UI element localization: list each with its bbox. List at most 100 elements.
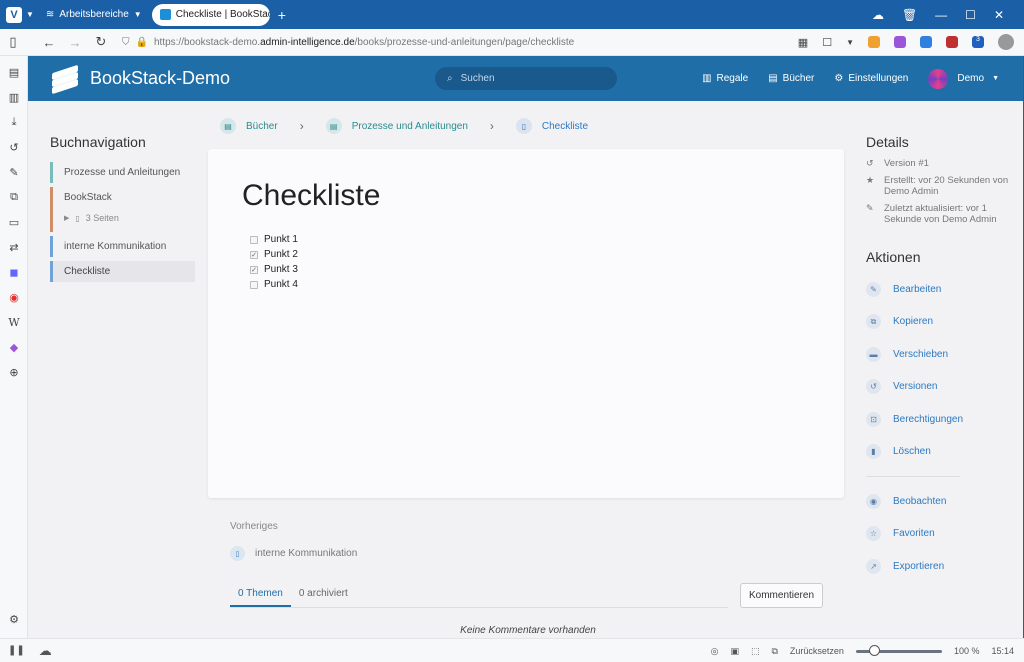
- revisions-action[interactable]: ↺ Versionen: [866, 371, 1016, 404]
- minimize-icon[interactable]: —: [935, 8, 947, 22]
- book-nav-heading: Buchnavigation: [50, 134, 146, 150]
- edit-action[interactable]: ✎ Bearbeiten: [866, 273, 1016, 306]
- breadcrumb-book[interactable]: ▤ Prozesse und Anleitungen: [325, 118, 468, 134]
- chapter-page-count[interactable]: ▶ ▯ 3 Seiten: [64, 209, 195, 227]
- add-panel-icon[interactable]: ⊕: [0, 360, 28, 385]
- translate-icon[interactable]: ⧉: [0, 185, 28, 210]
- profile-avatar[interactable]: [998, 34, 1014, 50]
- close-icon[interactable]: ✕: [994, 8, 1004, 22]
- extension-icon[interactable]: [868, 36, 880, 48]
- notes-icon[interactable]: ✎: [0, 160, 28, 185]
- checklist-item: Punkt 1: [250, 232, 298, 247]
- history-icon[interactable]: ↺: [0, 135, 28, 160]
- nav-settings-link[interactable]: ⚙ Einstellungen: [834, 73, 908, 84]
- reload-icon[interactable]: ↻: [88, 34, 114, 50]
- chevron-down-icon: ▼: [133, 10, 142, 19]
- caret-right-icon: ▶: [64, 215, 70, 222]
- bookmarks-icon[interactable]: ▤: [0, 60, 28, 85]
- qr-code-icon[interactable]: ▦: [798, 36, 808, 49]
- maximize-icon[interactable]: ☐: [965, 8, 976, 22]
- settings-icon[interactable]: ⚙: [0, 607, 28, 632]
- bookmark-icon[interactable]: ☐: [822, 36, 832, 49]
- panel-toggle-icon[interactable]: ▯: [0, 34, 26, 50]
- favourite-action[interactable]: ☆ Favoriten: [866, 518, 1016, 551]
- tab-topics[interactable]: 0 Themen: [230, 576, 291, 607]
- extension-icon[interactable]: ◆: [0, 335, 28, 360]
- move-action[interactable]: ▬ Verschieben: [866, 338, 1016, 371]
- workspaces-button[interactable]: ≋ Arbeitsbereiche ▼: [46, 9, 142, 20]
- chevron-down-icon[interactable]: ▼: [846, 38, 854, 47]
- bookstack-logo-icon[interactable]: [52, 64, 78, 94]
- tab-archived[interactable]: 0 archiviert: [291, 576, 356, 607]
- checklist-item: ✓ Punkt 3: [250, 264, 298, 275]
- cloud-icon[interactable]: ☁: [39, 643, 52, 659]
- page-actions-icon[interactable]: ⧉: [771, 646, 777, 657]
- selection-icon[interactable]: ⬚: [751, 646, 760, 657]
- previous-page-link[interactable]: ▯ interne Kommunikation: [230, 546, 357, 561]
- book-nav-item[interactable]: interne Kommunikation: [50, 236, 195, 257]
- checkbox[interactable]: [250, 280, 258, 289]
- wikipedia-icon[interactable]: W: [0, 310, 28, 335]
- folder-icon: ▬: [866, 346, 881, 362]
- sync-icon[interactable]: ⇄: [0, 235, 28, 260]
- copy-action[interactable]: ⧉ Kopieren: [866, 306, 1016, 339]
- vivaldi-icon[interactable]: ◉: [0, 285, 28, 310]
- pencil-icon: ✎: [866, 203, 874, 213]
- permissions-action[interactable]: ⊡ Berechtigungen: [866, 403, 1016, 436]
- search-input[interactable]: ⌕ Suchen: [435, 67, 617, 90]
- nav-shelves-link[interactable]: ▥ Regale: [702, 73, 748, 84]
- chevron-down-icon[interactable]: ▼: [26, 10, 34, 19]
- watch-action[interactable]: ◉ Beobachten: [866, 485, 1016, 518]
- checkbox[interactable]: [250, 235, 258, 244]
- eye-icon: ◉: [866, 493, 881, 509]
- checklist: Punkt 1 ✓ Punkt 2 ✓ Punkt 3 Punkt 4: [250, 232, 298, 292]
- extension-badge-icon[interactable]: 3: [972, 36, 984, 48]
- reading-list-icon[interactable]: ▥: [0, 85, 28, 110]
- page-tiling-icon[interactable]: ▣: [730, 646, 739, 657]
- zoom-reset-button[interactable]: Zurücksetzen: [790, 646, 844, 656]
- delete-action[interactable]: ▮ Löschen: [866, 436, 1016, 469]
- page-content: Checkliste Punkt 1 ✓ Punkt 2 ✓ Punkt 3 P…: [208, 149, 844, 498]
- extension-icon[interactable]: [920, 36, 932, 48]
- copy-icon: ⧉: [866, 314, 881, 330]
- page-icon: ▯: [75, 213, 80, 223]
- checklist-item: Punkt 4: [250, 277, 298, 292]
- checkbox-checked[interactable]: ✓: [250, 250, 258, 259]
- book-icon: ▤: [768, 73, 778, 84]
- vivaldi-menu-icon[interactable]: V: [6, 6, 22, 23]
- book-nav-chapter[interactable]: BookStack ▶ ▯ 3 Seiten: [50, 187, 195, 232]
- extension-icon[interactable]: [946, 36, 958, 48]
- book-nav-item-active[interactable]: Checkliste: [50, 261, 195, 282]
- detail-updated: ✎ Zuletzt aktualisiert: vor 1 Sekunde vo…: [866, 203, 997, 225]
- comment-button[interactable]: Kommentieren: [740, 583, 823, 608]
- export-icon: ↗: [866, 558, 881, 574]
- pause-icon[interactable]: ❚❚: [8, 645, 25, 656]
- breadcrumb-page[interactable]: ▯ Checkliste: [515, 118, 588, 134]
- mastodon-icon[interactable]: ◼: [0, 260, 28, 285]
- downloads-icon[interactable]: ⤓: [0, 110, 28, 135]
- user-menu[interactable]: Demo ▼: [928, 68, 999, 89]
- nav-books-link[interactable]: ▤ Bücher: [768, 73, 814, 84]
- book-nav-item[interactable]: Prozesse und Anleitungen: [50, 162, 195, 183]
- detail-version[interactable]: ↺ Version #1: [866, 158, 1016, 169]
- forward-icon[interactable]: →: [62, 35, 88, 50]
- url-field[interactable]: ⛉ 🔒 https://bookstack-demo.admin-intelli…: [122, 37, 798, 48]
- capture-icon[interactable]: ◎: [711, 646, 719, 657]
- extension-icon[interactable]: [894, 36, 906, 48]
- export-action[interactable]: ↗ Exportieren: [866, 550, 1016, 583]
- app-name[interactable]: BookStack-Demo: [90, 68, 230, 89]
- window-panel-icon[interactable]: ▭: [0, 210, 28, 235]
- status-bar: ❚❚ ☁ ◎ ▣ ⬚ ⧉ Zurücksetzen 100 % 15:14: [0, 638, 1024, 662]
- zoom-slider[interactable]: [855, 644, 942, 656]
- checkbox-checked[interactable]: ✓: [250, 265, 258, 274]
- back-icon[interactable]: ←: [36, 35, 62, 50]
- cloud-icon[interactable]: ☁: [872, 8, 884, 22]
- zoom-slider-knob[interactable]: [868, 644, 880, 656]
- previous-navigation: Vorheriges ▯ interne Kommunikation: [230, 521, 357, 561]
- breadcrumb-books[interactable]: ▤ Bücher: [220, 118, 278, 134]
- bookstack-favicon-icon: [159, 9, 171, 20]
- new-tab-icon[interactable]: +: [278, 7, 286, 23]
- details-heading: Details: [866, 134, 909, 150]
- browser-tab[interactable]: Checkliste | BookStack-Demo: [151, 3, 270, 26]
- trash-icon[interactable]: 🗑: [902, 8, 917, 22]
